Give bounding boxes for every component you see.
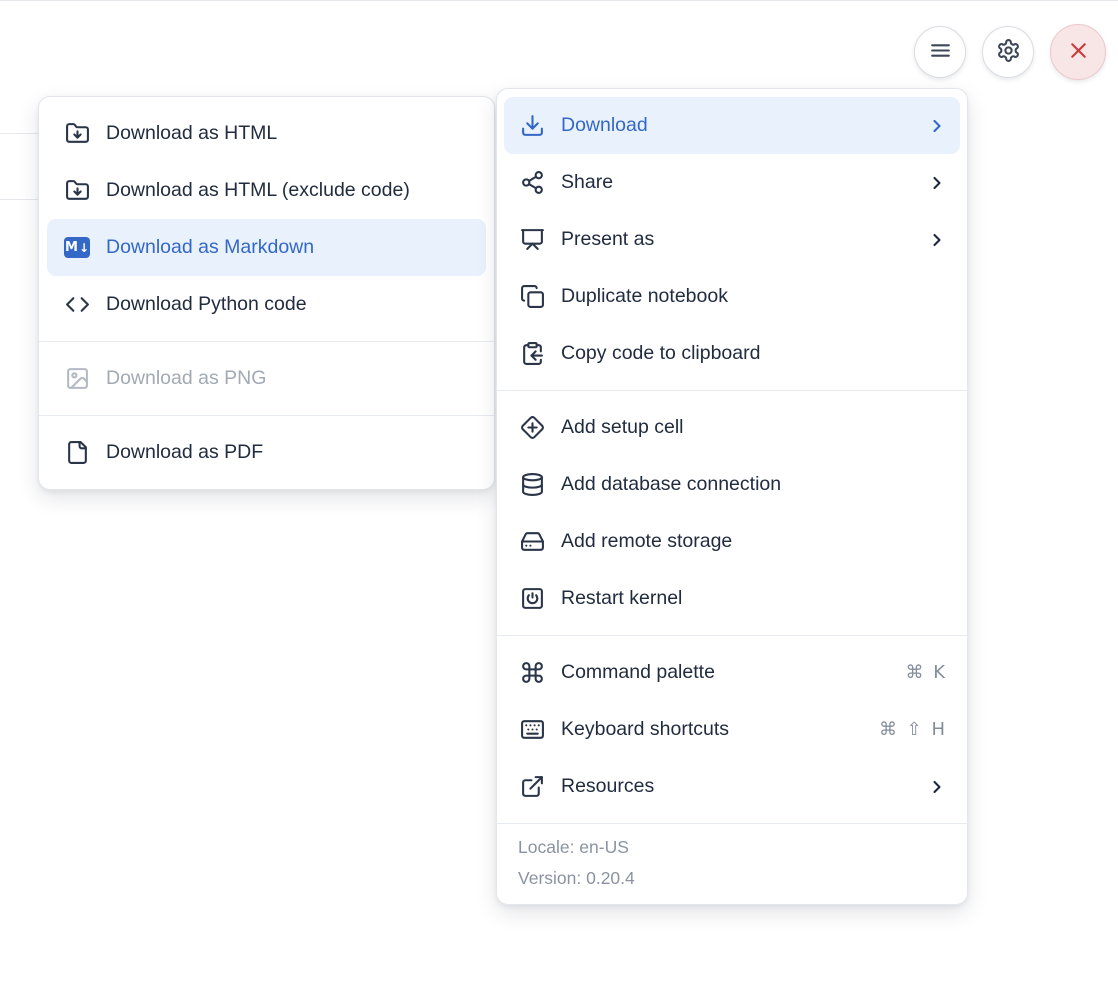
share-icon bbox=[519, 170, 545, 196]
background-line bbox=[0, 199, 40, 200]
menu-item-download[interactable]: Download bbox=[504, 97, 960, 154]
menu-item-download-as-html-exclude-code[interactable]: Download as HTML (exclude code) bbox=[39, 162, 494, 219]
close-button[interactable] bbox=[1050, 24, 1106, 80]
menu-item-download-as-pdf[interactable]: Download as PDF bbox=[39, 424, 494, 481]
notebook-menu-sections: Download Share Present as Duplicate noteboo… bbox=[497, 89, 967, 823]
menu-section: Download as HTML Download as HTML (exclud… bbox=[39, 97, 494, 341]
menu-item-command-palette[interactable]: Command palette ⌘ K bbox=[497, 644, 967, 701]
menu-item-restart-kernel[interactable]: Restart kernel bbox=[497, 570, 967, 627]
menu-section: Add setup cell Add database connection Add… bbox=[497, 391, 967, 635]
menu-item-shortcut: ⌘ K bbox=[905, 662, 947, 683]
folder-down-icon bbox=[64, 121, 90, 147]
markdown-badge: M↓ bbox=[64, 237, 90, 258]
floating-toolbar bbox=[914, 24, 1106, 80]
menu-item-label: Download as HTML (exclude code) bbox=[106, 179, 474, 202]
menu-item-shortcut: ⌘ ⇧ H bbox=[879, 719, 947, 740]
settings-button[interactable] bbox=[982, 26, 1034, 78]
locale-text: Locale: en-US bbox=[518, 837, 946, 858]
menu-item-label: Download Python code bbox=[106, 293, 474, 316]
menu-section: Download as PNG bbox=[39, 342, 494, 415]
command-icon bbox=[519, 660, 545, 686]
menu-item-label: Add database connection bbox=[561, 473, 947, 496]
chevron-right-icon bbox=[927, 230, 947, 250]
hard-drive-icon bbox=[519, 529, 545, 555]
menu-item-label: Restart kernel bbox=[561, 587, 947, 610]
notebook-menu-panel: Download Share Present as Duplicate noteboo… bbox=[496, 88, 968, 905]
menu-item-label: Add setup cell bbox=[561, 416, 947, 439]
square-power-icon bbox=[519, 586, 545, 612]
menu-section: Download Share Present as Duplicate noteboo… bbox=[497, 89, 967, 390]
menu-item-label: Download as Markdown bbox=[106, 236, 473, 259]
code-icon bbox=[64, 292, 90, 318]
menu-item-label: Add remote storage bbox=[561, 530, 947, 553]
menu-item-share[interactable]: Share bbox=[497, 154, 967, 211]
menu-item-present-as[interactable]: Present as bbox=[497, 211, 967, 268]
menu-item-label: Copy code to clipboard bbox=[561, 342, 947, 365]
keyboard-icon bbox=[519, 717, 545, 743]
external-link-icon bbox=[519, 774, 545, 800]
menu-item-download-as-png: Download as PNG bbox=[39, 350, 494, 407]
page-top-border bbox=[0, 0, 1118, 1]
menu-item-download-as-html[interactable]: Download as HTML bbox=[39, 105, 494, 162]
menu-item-label: Resources bbox=[561, 775, 911, 798]
menu-item-add-setup-cell[interactable]: Add setup cell bbox=[497, 399, 967, 456]
download-icon bbox=[519, 113, 545, 139]
chevron-right-icon bbox=[927, 777, 947, 797]
menu-item-label: Download as PDF bbox=[106, 441, 474, 464]
menu-item-label: Present as bbox=[561, 228, 911, 251]
menu-item-label: Share bbox=[561, 171, 911, 194]
menu-item-label: Command palette bbox=[561, 661, 889, 684]
chevron-right-icon bbox=[927, 173, 947, 193]
copy-icon bbox=[519, 284, 545, 310]
image-icon bbox=[64, 366, 90, 392]
menu-item-duplicate-notebook[interactable]: Duplicate notebook bbox=[497, 268, 967, 325]
menu-section: Command palette ⌘ K Keyboard shortcuts ⌘ ⇧ … bbox=[497, 636, 967, 823]
menu-item-label: Keyboard shortcuts bbox=[561, 718, 863, 741]
menu-item-copy-code-to-clipboard[interactable]: Copy code to clipboard bbox=[497, 325, 967, 382]
clipboard-copy-icon bbox=[519, 341, 545, 367]
menu-item-label: Duplicate notebook bbox=[561, 285, 947, 308]
menu-item-label: Download as PNG bbox=[106, 367, 474, 390]
menu-item-add-database-connection[interactable]: Add database connection bbox=[497, 456, 967, 513]
menu-item-resources[interactable]: Resources bbox=[497, 758, 967, 815]
presentation-icon bbox=[519, 227, 545, 253]
markdown-icon: M↓ bbox=[64, 235, 90, 261]
menu-item-add-remote-storage[interactable]: Add remote storage bbox=[497, 513, 967, 570]
menu-item-keyboard-shortcuts[interactable]: Keyboard shortcuts ⌘ ⇧ H bbox=[497, 701, 967, 758]
menu-item-download-as-markdown[interactable]: M↓ Download as Markdown bbox=[47, 219, 486, 276]
menu-section: Download as PDF bbox=[39, 416, 494, 489]
database-icon bbox=[519, 472, 545, 498]
download-submenu-sections: Download as HTML Download as HTML (exclud… bbox=[39, 97, 494, 489]
menu-item-download-python-code[interactable]: Download Python code bbox=[39, 276, 494, 333]
chevron-right-icon bbox=[927, 116, 947, 136]
menu-footer: Locale: en-US Version: 0.20.4 bbox=[497, 823, 967, 904]
background-line bbox=[0, 133, 40, 134]
file-icon bbox=[64, 440, 90, 466]
gear-icon bbox=[996, 38, 1021, 66]
menu-item-label: Download as HTML bbox=[106, 122, 474, 145]
menu-item-label: Download bbox=[561, 114, 911, 137]
diamond-plus-icon bbox=[519, 415, 545, 441]
hamburger-icon bbox=[928, 38, 953, 66]
version-text: Version: 0.20.4 bbox=[518, 868, 946, 889]
notebook-menu-button[interactable] bbox=[914, 26, 966, 78]
close-icon bbox=[1066, 38, 1091, 66]
folder-down-icon bbox=[64, 178, 90, 204]
download-submenu-panel: Download as HTML Download as HTML (exclud… bbox=[38, 96, 495, 490]
